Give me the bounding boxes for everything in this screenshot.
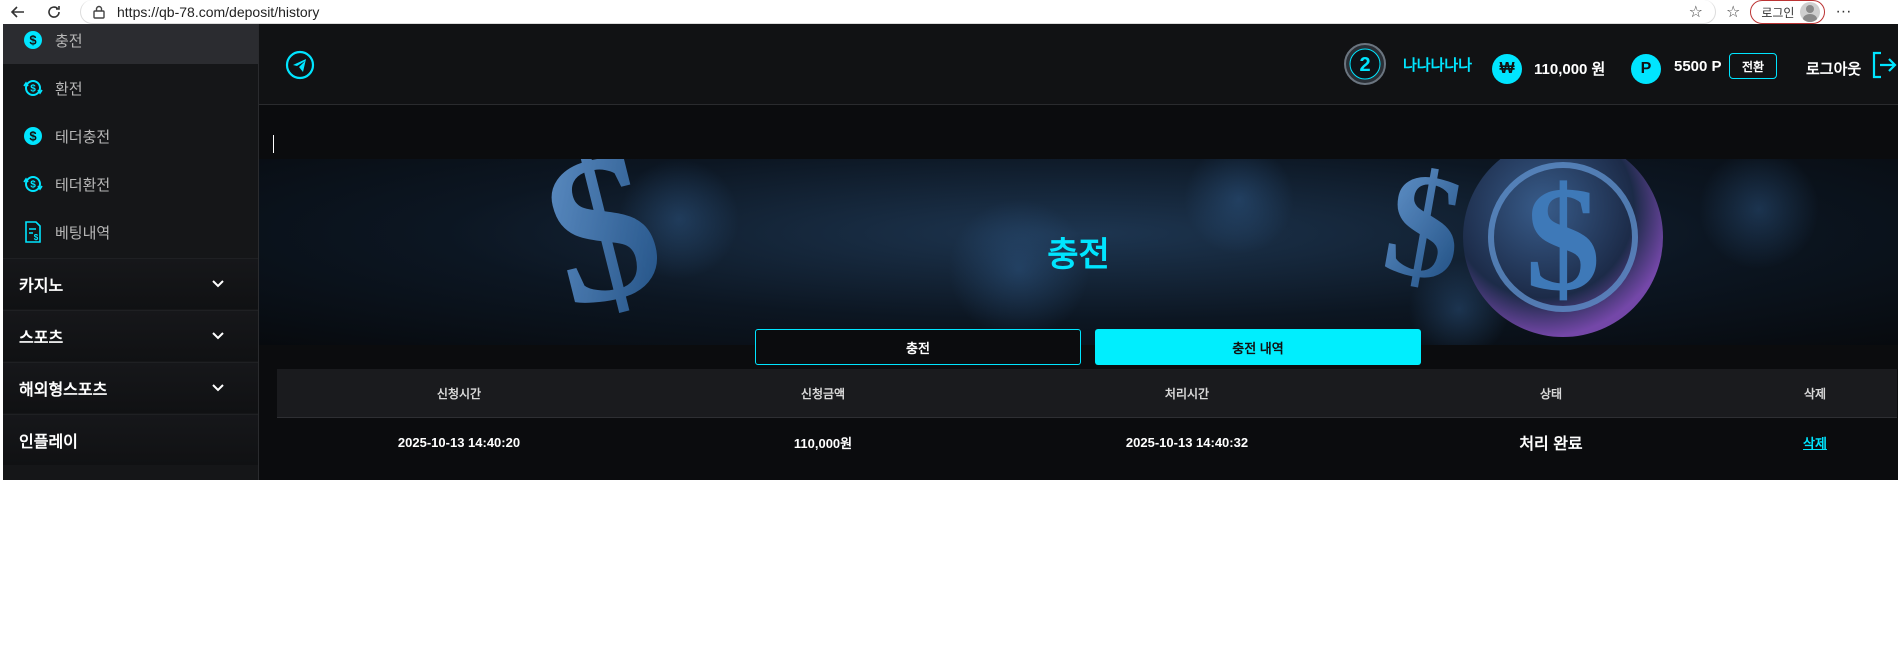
browser-toolbar: https://qb-78.com/deposit/history ☆ ☆ 로그… <box>0 0 1898 24</box>
login-label: 로그인 <box>1761 5 1795 20</box>
column-header-delete: 삭제 <box>1803 386 1827 401</box>
sidebar-item-label: 테더충전 <box>55 128 111 146</box>
tab-deposit[interactable]: 충전 <box>755 329 1081 365</box>
svg-text:$: $ <box>30 180 36 191</box>
column-header-process-time: 처리시간 <box>1164 386 1210 401</box>
logout-icon[interactable] <box>1869 50 1897 80</box>
sidebar-item-betting-history[interactable]: $ 베팅내역 <box>3 208 258 256</box>
page-title: 충전 <box>1047 236 1110 274</box>
chevron-down-icon <box>211 328 225 344</box>
reload-icon[interactable] <box>42 0 66 24</box>
sidebar-category-casino[interactable]: 카지노 <box>3 258 258 309</box>
address-bar[interactable]: https://qb-78.com/deposit/history ☆ <box>80 0 1716 24</box>
dollar-exchange-icon: $ <box>21 76 45 100</box>
dollar-exchange-icon: $ <box>21 172 45 196</box>
convert-button[interactable]: 전환 <box>1729 53 1777 79</box>
browser-actions: ☆ 로그인 ··· <box>1726 0 1851 24</box>
column-header-request-time: 신청시간 <box>436 386 482 401</box>
points-icon: P <box>1631 54 1661 84</box>
profile-login-button[interactable]: 로그인 <box>1750 0 1826 24</box>
level-badge-icon: 2 <box>1344 43 1386 85</box>
sidebar-category-sports[interactable]: 스포츠 <box>3 310 258 361</box>
cell-request-amount: 110,000원 <box>793 435 853 451</box>
svg-text:$: $ <box>29 33 37 48</box>
sidebar-category-label: 인플레이 <box>19 434 78 451</box>
favorites-icon[interactable]: ☆ <box>1726 2 1740 22</box>
deposit-banner: $ $ $ 충전 <box>259 159 1898 345</box>
sidebar-item-label: 충전 <box>55 32 83 50</box>
won-currency-icon: ₩ <box>1492 54 1522 84</box>
sidebar-item-tether-deposit[interactable]: $ 테더충전 <box>3 112 258 160</box>
favorite-star-icon[interactable]: ☆ <box>1689 2 1703 22</box>
column-header-request-amount: 신청금액 <box>800 386 846 401</box>
receipt-icon: $ <box>21 220 45 244</box>
cell-status: 처리 완료 <box>1519 436 1583 453</box>
column-header-status: 상태 <box>1539 386 1563 401</box>
sidebar: $ 충전 $ 환전 $ 테더충전 $ 테더환전 $ 베팅내역 카지노 스포츠 해… <box>3 24 259 480</box>
svg-text:$: $ <box>30 84 36 95</box>
balance: 110,000 원 <box>1534 61 1606 78</box>
sidebar-category-label: 카지노 <box>19 278 64 295</box>
svg-text:$: $ <box>29 129 37 144</box>
telegram-icon[interactable] <box>285 50 315 80</box>
nickname: 나나나나나 <box>1403 57 1473 74</box>
table-header: 신청시간 신청금액 처리시간 상태 삭제 <box>277 369 1897 418</box>
back-icon[interactable] <box>6 0 30 24</box>
tab-deposit-history[interactable]: 충전 내역 <box>1095 329 1421 365</box>
points-balance: 5500 P <box>1674 58 1722 75</box>
more-menu-icon[interactable]: ··· <box>1835 3 1851 21</box>
delete-link[interactable]: 삭제 <box>1733 418 1897 466</box>
avatar <box>1800 2 1821 22</box>
lock-icon <box>93 5 107 19</box>
logout-link[interactable]: 로그아웃 <box>1806 58 1861 79</box>
chevron-down-icon <box>211 380 225 396</box>
sidebar-item-label: 환전 <box>55 80 83 98</box>
site-frame: $ 충전 $ 환전 $ 테더충전 $ 테더환전 $ 베팅내역 카지노 스포츠 해… <box>3 24 1898 480</box>
sidebar-category-overseas-sports[interactable]: 해외형스포츠 <box>3 362 258 413</box>
sidebar-category-label: 해외형스포츠 <box>19 382 108 399</box>
text-caret <box>273 135 274 153</box>
svg-text:$: $ <box>34 233 39 242</box>
svg-text:2: 2 <box>1359 54 1370 76</box>
dollar-coin-icon: $ <box>21 124 45 148</box>
cell-request-time: 2025-10-13 14:40:20 <box>397 434 521 450</box>
sidebar-item-label: 베팅내역 <box>55 224 111 242</box>
chevron-down-icon <box>211 276 225 292</box>
sidebar-item-withdraw[interactable]: $ 환전 <box>3 64 258 112</box>
main-content: $ $ $ 충전 충전 충전 내역 신청시간 신청금액 처리시간 상태 삭제 2… <box>259 105 1898 480</box>
table-row: 2025-10-13 14:40:20 110,000원 2025-10-13 … <box>277 418 1897 466</box>
sidebar-item-label: 테더환전 <box>55 176 111 194</box>
cell-process-time: 2025-10-13 14:40:32 <box>1125 434 1249 450</box>
dollar-coin-icon: $ <box>21 28 45 52</box>
header: 2 나나나나나 ₩ 110,000 원 P 5500 P 전환 로그아웃 <box>259 24 1898 105</box>
sidebar-item-tether-withdraw[interactable]: $ 테더환전 <box>3 160 258 208</box>
sidebar-category-label: 스포츠 <box>19 330 64 347</box>
sidebar-category-inplay[interactable]: 인플레이 <box>3 414 258 465</box>
url-text: https://qb-78.com/deposit/history <box>117 3 320 20</box>
sidebar-item-deposit[interactable]: $ 충전 <box>3 24 258 64</box>
